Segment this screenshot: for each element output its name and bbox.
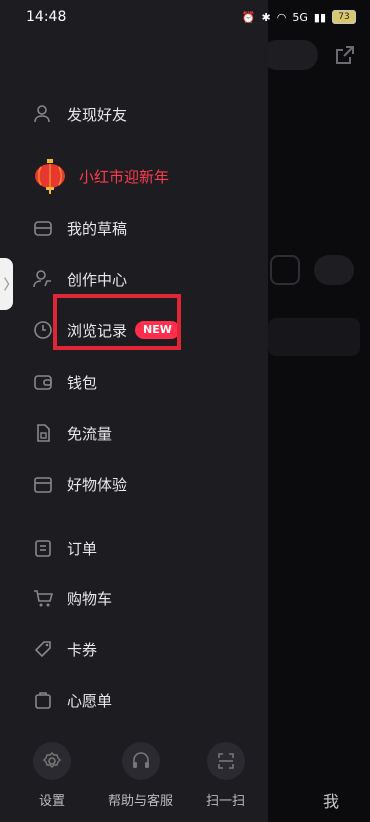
menu-item-label: 心愿单: [67, 691, 113, 710]
drawer-handle[interactable]: [0, 258, 13, 310]
menu-item-label: 购物车: [67, 589, 113, 608]
side-drawer: 发现好友 小红市迎新年 我的草稿 创作中心 浏览记录 NEW 钱包 免流量 好物…: [0, 0, 268, 822]
menu-item-label: 创作中心: [67, 270, 128, 289]
menu-item-label: 发现好友: [67, 105, 128, 124]
share-icon[interactable]: [334, 44, 356, 66]
store-icon: [33, 474, 53, 494]
history-clock-icon: [33, 320, 53, 340]
status-icons: ⏰ ✱ ◠ 5G ▮▮ 73: [242, 10, 356, 24]
coupon-icon: [33, 639, 53, 659]
lantern-icon: [35, 159, 65, 194]
add-friend-icon: [33, 104, 53, 124]
festival-banner[interactable]: 小红市迎新年: [33, 158, 169, 194]
gear-icon: [33, 742, 71, 780]
signal-icon: ▮▮: [313, 10, 326, 24]
creator-center-icon: [33, 269, 53, 289]
menu-item-cart[interactable]: 购物车: [33, 584, 112, 612]
menu-item-label: 免流量: [67, 424, 113, 443]
menu-item-coupons[interactable]: 卡券: [33, 635, 97, 663]
bluetooth-icon: ✱: [261, 10, 271, 24]
menu-item-find-friends[interactable]: 发现好友: [33, 100, 127, 128]
menu-item-free-data[interactable]: 免流量: [33, 419, 112, 447]
menu-item-label: 我的草稿: [67, 219, 128, 238]
tab-me[interactable]: 我: [323, 788, 339, 812]
highlight-annotation-box: [53, 294, 181, 350]
wifi-icon: ◠: [276, 10, 287, 24]
chevron-right-icon: [3, 277, 9, 291]
menu-item-label: 好物体验: [67, 475, 128, 494]
shopping-cart-icon: [33, 588, 53, 608]
menu-item-product-trial[interactable]: 好物体验: [33, 470, 127, 498]
background-icon-box: [270, 255, 300, 285]
settings-button[interactable]: 设置: [33, 742, 71, 809]
drawer-bottom-actions: 设置 帮助与客服 扫一扫: [0, 742, 268, 822]
wallet-icon: [33, 372, 53, 392]
menu-item-wallet[interactable]: 钱包: [33, 368, 97, 396]
headset-icon: [121, 742, 160, 780]
menu-item-label: 订单: [67, 539, 98, 558]
sim-card-icon: [33, 423, 53, 443]
background-page: [268, 0, 370, 822]
menu-item-creator-center[interactable]: 创作中心: [33, 265, 127, 293]
menu-item-wishlist[interactable]: 心愿单: [33, 686, 112, 714]
alarm-icon: ⏰: [241, 10, 256, 24]
menu-item-label: 卡券: [67, 640, 98, 659]
background-banner: [268, 318, 360, 356]
help-service-button[interactable]: 帮助与客服: [108, 742, 173, 809]
help-label: 帮助与客服: [108, 794, 174, 809]
draft-box-icon: [33, 218, 53, 238]
scan-icon: [206, 742, 245, 780]
status-bar: 14:48 ⏰ ✱ ◠ 5G ▮▮ 73: [0, 0, 370, 34]
network-type-label: 5G: [292, 10, 308, 24]
background-edit-pill: [262, 40, 318, 70]
festival-label: 小红市迎新年: [79, 167, 170, 186]
status-time: 14:48: [26, 9, 67, 25]
menu-item-orders[interactable]: 订单: [33, 534, 97, 562]
scan-button[interactable]: 扫一扫: [206, 742, 245, 809]
settings-label: 设置: [38, 794, 65, 809]
wishlist-icon: [33, 690, 53, 710]
menu-item-drafts[interactable]: 我的草稿: [33, 214, 127, 242]
battery-indicator: 73: [332, 10, 356, 24]
order-list-icon: [33, 538, 53, 558]
menu-item-label: 钱包: [67, 373, 98, 392]
scan-label: 扫一扫: [206, 794, 246, 809]
background-gear-pill: [314, 255, 354, 285]
